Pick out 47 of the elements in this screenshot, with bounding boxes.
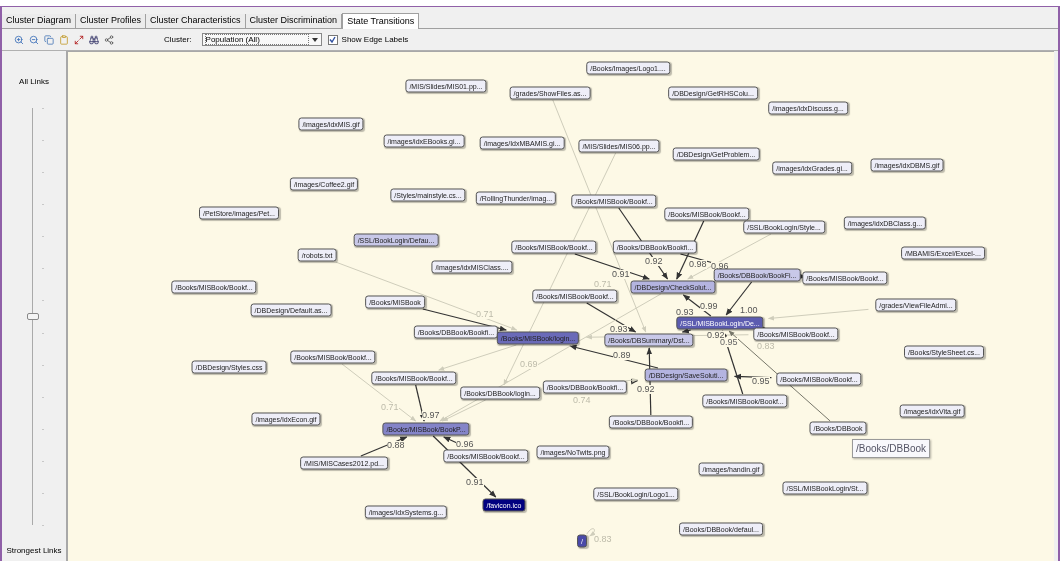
edge-label: 0.95 [720, 338, 738, 347]
self-loop-arrow [586, 528, 596, 537]
slider-top-label: All Links [19, 76, 49, 88]
zoom-in-icon[interactable] [14, 34, 24, 45]
tab[interactable]: State Transitions [342, 13, 420, 29]
show-edge-labels-checkbox[interactable] [327, 34, 338, 45]
graph-layout-icon[interactable] [104, 34, 114, 45]
tooltip: /Books/DBBook [852, 439, 931, 458]
edge-label: 0.92 [645, 257, 663, 266]
edge-label: 0.71 [594, 280, 612, 289]
checkbox-label: Show Edge Labels [341, 33, 409, 46]
edge-arrow [360, 436, 408, 457]
dropdown-value: Population (All) [204, 34, 309, 45]
edge-label: 0.95 [752, 377, 770, 386]
expand-icon[interactable] [74, 34, 84, 45]
edge-label: 1.00 [740, 306, 758, 315]
zoom-out-icon[interactable] [29, 34, 39, 45]
cluster-dropdown[interactable]: Population (All) [201, 33, 322, 46]
dropdown-caret-icon [310, 36, 319, 43]
cluster-label: Cluster: [164, 33, 192, 46]
copy-icon[interactable] [44, 34, 54, 45]
slider-bottom-label: Strongest Links [6, 545, 62, 557]
check-icon [329, 36, 337, 43]
tab[interactable]: Cluster Characteristics [146, 14, 246, 28]
edge-label: 0.83 [757, 342, 775, 351]
tab[interactable]: Cluster Discrimination [245, 14, 343, 28]
slider-thumb[interactable] [27, 312, 39, 320]
edge-label: 0.69 [520, 360, 538, 369]
edge-label: 0.93 [610, 325, 628, 334]
tab[interactable]: Cluster Profiles [76, 14, 147, 28]
edge-label: 0.88 [387, 441, 405, 450]
edge-label: 0.97 [422, 411, 440, 420]
edge-label: 0.74 [573, 396, 591, 405]
tab[interactable]: Cluster Diagram [2, 14, 77, 28]
edge-label: 0.99 [700, 302, 718, 311]
edge-label: 0.92 [637, 385, 655, 394]
binoculars-icon[interactable] [89, 34, 99, 45]
edge-label: 0.96 [456, 440, 474, 449]
edge-label: 0.91 [466, 478, 484, 487]
paste-icon[interactable] [59, 34, 69, 45]
edge-label: 0.83 [594, 535, 612, 544]
edge-label: 0.89 [613, 351, 631, 360]
edge-label: 0.93 [676, 308, 694, 317]
edge-label: 0.71 [476, 310, 494, 319]
edge-label: 0.98 [689, 260, 707, 269]
edge-label: 0.71 [381, 403, 399, 412]
edge-label: 0.91 [612, 270, 630, 279]
